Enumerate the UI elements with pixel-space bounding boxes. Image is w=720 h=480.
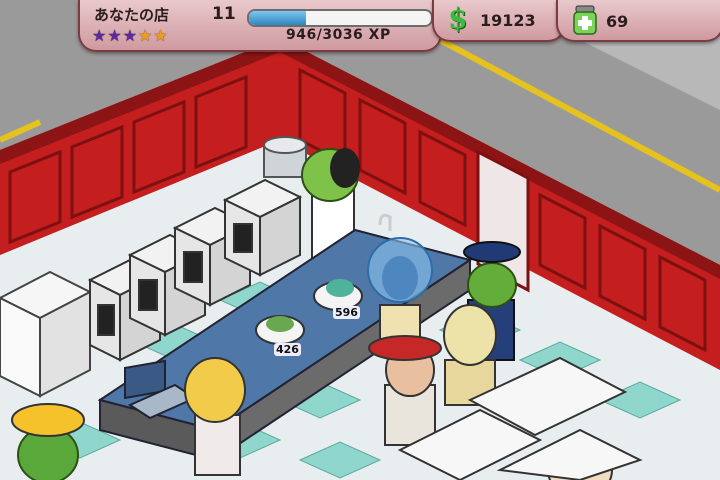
xp-progress-fill xyxy=(249,11,306,25)
rating-star-icon: ★ xyxy=(107,26,122,45)
meds-amount: 69 xyxy=(606,12,629,31)
dish-plate[interactable] xyxy=(255,315,305,345)
xp-counter: 946/3036 XP xyxy=(286,27,391,43)
medicine-jar-icon xyxy=(573,5,597,35)
refrigerator[interactable] xyxy=(0,270,93,398)
bald-customer-character[interactable] xyxy=(443,304,497,406)
dollar-icon: $ xyxy=(448,2,468,35)
stove[interactable] xyxy=(222,178,303,277)
dish-price-label: 596 xyxy=(333,306,360,319)
restaurant-name: あなたの店 xyxy=(94,6,170,24)
rating-star-icon: ★ xyxy=(138,26,153,45)
restaurant-rating: ★★★★★ xyxy=(92,26,169,45)
restaurant-scene[interactable] xyxy=(0,0,720,480)
cat-customer-character[interactable] xyxy=(184,357,246,476)
builder-customer-character[interactable] xyxy=(11,403,85,480)
xp-progress-bar xyxy=(247,9,433,27)
rating-star-icon: ★ xyxy=(122,26,138,45)
rating-star-icon: ★ xyxy=(153,26,168,45)
cooking-pot[interactable] xyxy=(263,136,307,178)
dish-price-label: 426 xyxy=(274,343,301,356)
meds-panel[interactable]: 69 xyxy=(556,0,720,42)
game-viewport[interactable]: 426 596 あなたの店 11 ★★★★★ 946/3036 XP $ 191… xyxy=(0,0,720,480)
cash-panel[interactable]: $ 19123 xyxy=(432,0,566,42)
rating-star-icon: ★ xyxy=(92,26,107,45)
restaurant-status-panel[interactable]: あなたの店 11 ★★★★★ 946/3036 XP xyxy=(78,0,442,52)
cash-amount: 19123 xyxy=(480,11,536,30)
player-level: 11 xyxy=(212,4,236,24)
